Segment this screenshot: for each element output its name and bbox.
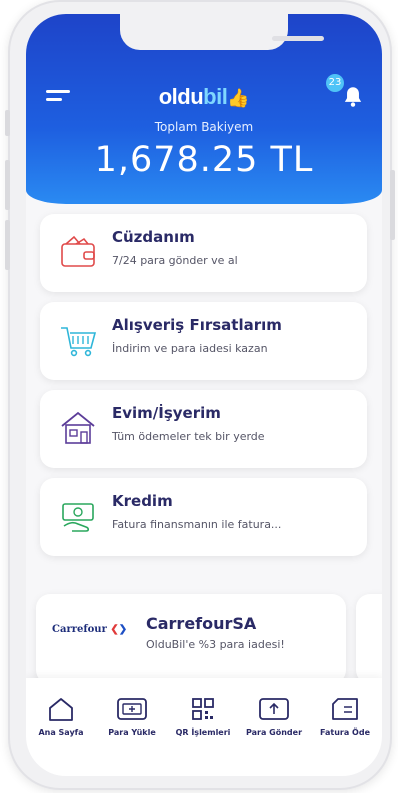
promo-subtitle: OlduBil'e %3 para iadesi! [146,638,285,651]
bottom-tab-bar: Ana Sayfa Para Yükle QR İşlemleri Para G… [26,678,382,776]
shopping-cart-icon [61,327,97,357]
card-title: Kredim [112,492,173,510]
send-money-icon [259,698,289,720]
load-money-icon [117,698,147,720]
phone-volume-down-button [5,220,10,270]
promo-card-carrefour[interactable]: Carrefour ❮❯ CarrefourSA OlduBil'e %3 pa… [36,594,346,684]
bell-icon[interactable] [340,84,366,110]
card-shopping[interactable]: Alışveriş Fırsatlarım İndirim ve para ia… [40,302,367,380]
tab-qr[interactable]: QR İşlemleri [168,696,238,737]
balance-value: 1,678.25 TL [94,140,314,180]
tab-label: Ana Sayfa [38,728,84,737]
tab-bill-pay[interactable]: Fatura Öde [310,696,380,737]
wallet-icon [61,235,95,267]
promo-title: CarrefourSA [146,614,257,633]
home-icon [49,698,73,721]
card-subtitle: 7/24 para gönder ve al [112,254,238,267]
app-screen: oldubil👍 23 Toplam Bakiyem 1,678.25 TL C… [26,14,382,776]
tab-label: Para Yükle [108,728,156,737]
house-icon [61,411,95,444]
carrefour-logo: Carrefour ❮❯ [52,624,128,635]
phone-power-button [390,170,395,240]
tab-label: QR İşlemleri [175,728,231,737]
phone-volume-up-button [5,160,10,210]
card-wallet[interactable]: Cüzdanım 7/24 para gönder ve al [40,214,367,292]
phone-notch [120,14,324,50]
balance-label: Toplam Bakiyem [154,120,254,134]
card-credit[interactable]: Kredim Fatura finansmanın ile fatura... [40,478,367,556]
card-subtitle: İndirim ve para iadesi kazan [112,342,268,355]
card-subtitle: Fatura finansmanın ile fatura... [112,518,282,531]
tab-label: Para Gönder [245,728,303,737]
qr-code-icon [192,698,214,720]
card-home[interactable]: Evim/İşyerim Tüm ödemeler tek bir yerde [40,390,367,468]
tab-label: Fatura Öde [320,728,370,737]
phone-mute-button [5,110,10,136]
bill-pay-icon [332,698,358,720]
tab-home[interactable]: Ana Sayfa [26,696,96,737]
tab-load-money[interactable]: Para Yükle [97,696,167,737]
card-subtitle: Tüm ödemeler tek bir yerde [112,430,265,443]
card-title: Cüzdanım [112,228,195,246]
card-title: Evim/İşyerim [112,404,221,422]
promo-card-next[interactable] [356,594,382,684]
tab-send-money[interactable]: Para Gönder [239,696,309,737]
money-hand-icon [62,503,94,532]
card-title: Alışveriş Fırsatlarım [112,316,282,334]
